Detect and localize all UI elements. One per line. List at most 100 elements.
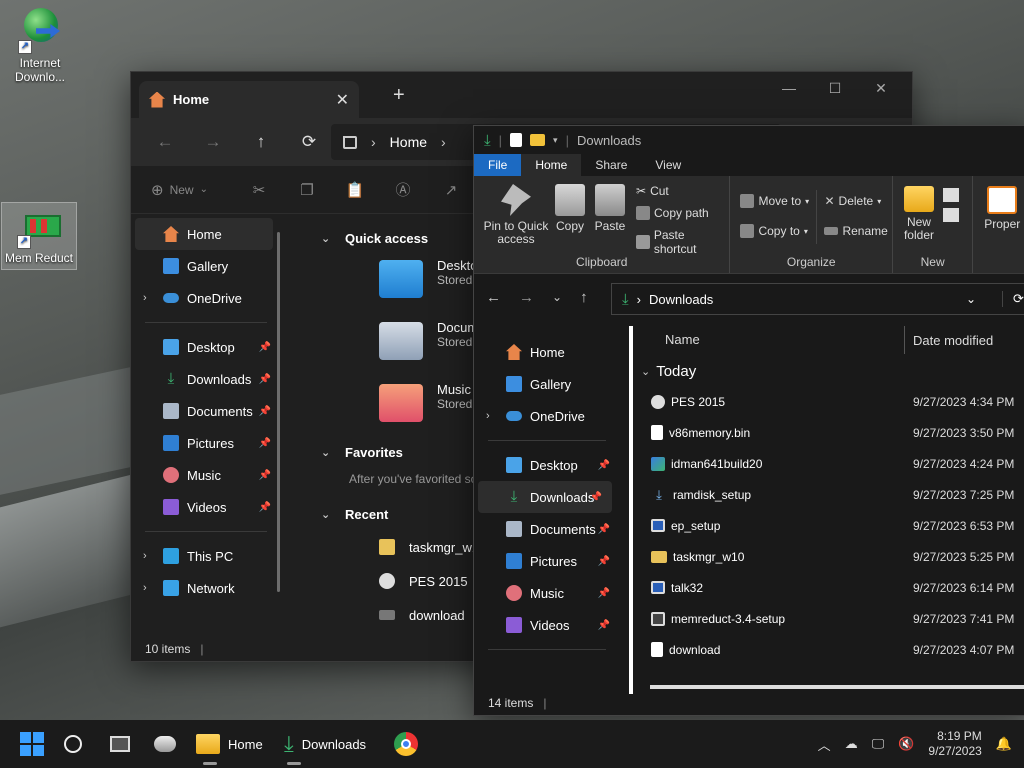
pin-icon[interactable]: 📌 (259, 406, 271, 417)
pin-icon[interactable]: 📌 (598, 556, 610, 567)
rename-icon[interactable]: Ⓐ (379, 179, 427, 200)
pin-icon[interactable]: 📌 (598, 524, 610, 535)
table-row[interactable]: talk32 9/27/2023 6:14 PM (637, 572, 1024, 603)
delete-button[interactable]: ✕ Delete ▾ (824, 194, 881, 208)
forward-button[interactable]: → (189, 132, 237, 152)
pin-icon[interactable]: 📌 (590, 492, 602, 503)
sidebar-item-pictures[interactable]: Pictures 📌 (131, 427, 281, 459)
sidebar-item-network[interactable]: › Network (131, 572, 281, 604)
sidebar-item-home[interactable]: Home (135, 218, 273, 250)
rename-button[interactable]: Rename (824, 224, 888, 238)
column-header-name[interactable]: Name (637, 326, 905, 354)
copy-icon[interactable]: ❐ (283, 181, 331, 199)
quick-access-dropdown-icon[interactable]: ▾ (553, 135, 558, 146)
table-row[interactable]: ep_setup 9/27/2023 6:53 PM (637, 510, 1024, 541)
sidebar-item-music[interactable]: Music 📌 (131, 459, 281, 491)
pin-icon[interactable]: 📌 (259, 374, 271, 385)
onedrive-cloud-icon[interactable]: ☁ (845, 736, 858, 752)
horizontal-scrollbar[interactable] (650, 685, 1024, 689)
address-bar[interactable]: ⤓ › Downloads ⌄ ⟳ (611, 283, 1024, 315)
easy-access-icon[interactable] (942, 208, 959, 222)
table-row[interactable]: download 9/27/2023 4:07 PM (637, 634, 1024, 665)
sidebar-scrollbar[interactable] (277, 232, 280, 592)
taskbar-app-chrome[interactable] (394, 720, 418, 768)
pin-to-quick-access-button[interactable]: Pin to Quick access (480, 184, 552, 246)
table-row[interactable]: idman641build20 9/27/2023 4:24 PM (637, 448, 1024, 479)
sidebar-item-home[interactable]: Home (474, 336, 620, 368)
new-folder-button[interactable]: New folder (899, 186, 939, 242)
sidebar-item-onedrive[interactable]: › OneDrive (131, 282, 281, 314)
pin-icon[interactable]: 📌 (259, 342, 271, 353)
pin-icon[interactable]: 📌 (598, 620, 610, 631)
paste-button[interactable]: Paste (590, 184, 630, 233)
sidebar-item-onedrive[interactable]: › OneDrive (474, 400, 620, 432)
back-button[interactable]: ← (486, 289, 501, 306)
breadcrumb-home[interactable]: Home (390, 134, 427, 150)
close-button[interactable]: ✕ (858, 76, 904, 100)
tab-view[interactable]: View (641, 154, 695, 176)
pin-icon[interactable]: 📌 (259, 438, 271, 449)
sidebar-item-documents[interactable]: Documents 📌 (131, 395, 281, 427)
desktop-icon-mem-reduct[interactable]: ↗ Mem Reduct (1, 202, 77, 270)
sidebar-item-documents[interactable]: Documents 📌 (474, 513, 620, 545)
sidebar-item-downloads[interactable]: ⤓ Downloads 📌 (131, 363, 281, 395)
sidebar-item-gallery[interactable]: Gallery (131, 250, 281, 282)
address-dropdown-button[interactable]: ⌄ (966, 292, 976, 306)
paste-shortcut-button[interactable]: Paste shortcut (636, 228, 729, 256)
sidebar-item-videos[interactable]: Videos 📌 (131, 491, 281, 523)
copy-path-button[interactable]: Copy path (636, 206, 709, 220)
recent-locations-button[interactable]: ⌄ (552, 290, 562, 304)
new-button[interactable]: ⊕ New ⌄ (151, 181, 221, 199)
breadcrumb-downloads[interactable]: Downloads (649, 292, 713, 307)
pin-icon[interactable]: 📌 (598, 588, 610, 599)
paste-icon[interactable]: 📋 (331, 181, 379, 199)
cut-icon[interactable]: ✂ (235, 181, 283, 199)
sidebar-item-videos[interactable]: Videos 📌 (474, 609, 620, 641)
volume-muted-icon[interactable]: 🔇 (898, 736, 914, 752)
up-button[interactable]: ↑ (237, 132, 285, 152)
tab-share[interactable]: Share (581, 154, 641, 176)
copy-to-button[interactable]: Copy to ▾ (740, 224, 808, 238)
sidebar-item-downloads[interactable]: ⤓ Downloads 📌 (478, 481, 612, 513)
start-button[interactable] (20, 720, 44, 768)
back-button[interactable]: ← (141, 132, 189, 152)
table-row[interactable]: v86memory.bin 9/27/2023 3:50 PM (637, 417, 1024, 448)
refresh-button[interactable]: ⟳ (1002, 291, 1024, 307)
clock[interactable]: 8:19 PM 9/27/2023 (928, 729, 981, 759)
task-view-button[interactable] (110, 720, 130, 768)
sidebar-item-desktop[interactable]: Desktop 📌 (474, 449, 620, 481)
share-icon[interactable]: ↗ (427, 181, 475, 199)
minimize-button[interactable]: — (766, 76, 812, 100)
taskbar-app-explorer-home[interactable]: Home (196, 720, 263, 768)
widgets-button[interactable] (154, 720, 176, 768)
forward-button[interactable]: → (519, 289, 534, 306)
maximize-button[interactable]: ☐ (812, 76, 858, 100)
properties-icon[interactable] (510, 133, 523, 147)
sidebar-item-music[interactable]: Music 📌 (474, 577, 620, 609)
notification-bell-icon[interactable]: 🔔 (996, 736, 1012, 752)
network-icon[interactable]: 🖵 (872, 736, 885, 752)
new-tab-button[interactable]: + (393, 84, 405, 107)
desktop-icon-internet-download-manager[interactable]: ↗ Internet Downlo... (2, 6, 78, 84)
cut-button[interactable]: ✂ Cut (636, 184, 669, 198)
new-item-icon[interactable] (942, 188, 959, 202)
move-to-button[interactable]: Move to ▾ (740, 194, 809, 208)
table-row[interactable]: PES 2015 9/27/2023 4:34 PM (637, 386, 1024, 417)
pin-icon[interactable]: 📌 (259, 470, 271, 481)
new-folder-icon[interactable] (530, 134, 546, 146)
show-hidden-icons-button[interactable]: ︿ (818, 735, 831, 754)
pane-splitter[interactable] (629, 326, 633, 694)
tab-close-button[interactable]: ✕ (336, 90, 349, 110)
up-button[interactable]: ↑ (580, 289, 588, 306)
properties-button[interactable]: Proper (977, 186, 1024, 231)
table-row[interactable]: ⤓ ramdisk_setup 9/27/2023 7:25 PM (637, 479, 1024, 510)
table-row[interactable]: taskmgr_w10 9/27/2023 5:25 PM (637, 541, 1024, 572)
sidebar-item-pictures[interactable]: Pictures 📌 (474, 545, 620, 577)
copy-button[interactable]: Copy (550, 184, 590, 233)
table-row[interactable]: memreduct-3.4-setup 9/27/2023 7:41 PM (637, 603, 1024, 634)
taskbar-app-explorer-downloads[interactable]: ⤓ Downloads (284, 720, 366, 768)
pin-icon[interactable]: 📌 (259, 502, 271, 513)
search-button[interactable] (64, 720, 82, 768)
tab-file[interactable]: File (474, 154, 522, 176)
pin-icon[interactable]: 📌 (598, 460, 610, 471)
